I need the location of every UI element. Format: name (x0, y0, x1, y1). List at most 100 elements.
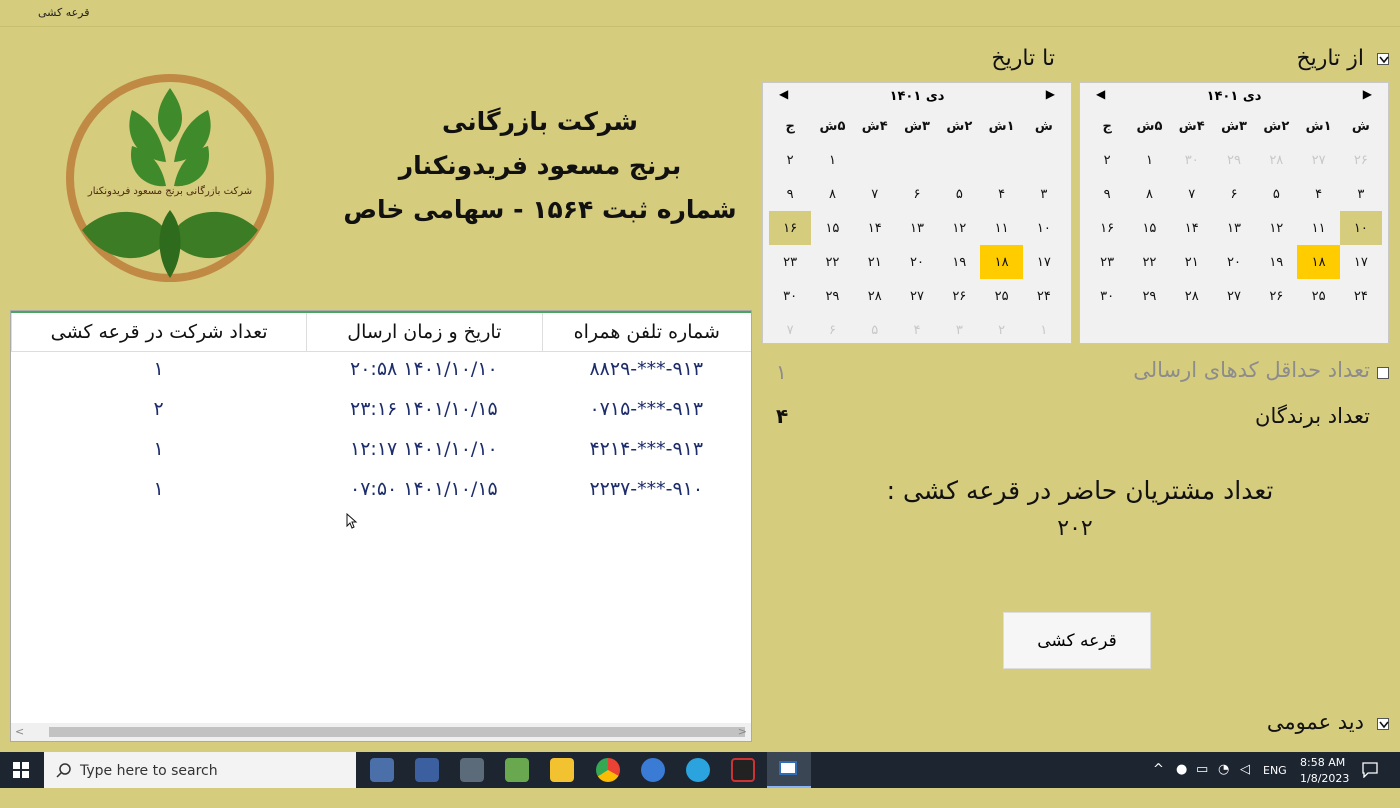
app-manager-icon[interactable] (460, 758, 484, 782)
column-header-datetime[interactable]: تاریخ و زمان ارسال (306, 313, 541, 351)
calendar-day[interactable]: ۹ (769, 177, 811, 211)
calendar-day[interactable]: ۲۶ (1340, 143, 1382, 177)
calendar-day[interactable]: ۱ (1128, 143, 1170, 177)
table-row[interactable]: ۹۱۳-***-۴۲۱۴ ۱۴۰۱/۱۰/۱۰ ۱۲:۱۷ ۱ (11, 429, 751, 469)
calendar-day[interactable]: ۳۰ (1086, 279, 1128, 313)
calendar-day[interactable]: ۱۷ (1340, 245, 1382, 279)
next-month-icon[interactable]: ▶ (1363, 87, 1372, 101)
min-codes-checkbox[interactable] (1377, 367, 1389, 379)
calendar-day[interactable]: ۱ (1023, 313, 1065, 347)
calendar-day[interactable]: ۱۲ (1255, 211, 1297, 245)
calendar-day[interactable]: ۵ (854, 313, 896, 347)
calendar-day[interactable]: ۲۸ (854, 279, 896, 313)
calendar-day[interactable]: ۱۳ (896, 211, 938, 245)
microphone-icon[interactable]: ● (1176, 762, 1187, 798)
taskbar-search-box[interactable]: Type here to search (44, 752, 356, 788)
calendar-day[interactable]: ۲۷ (1297, 143, 1339, 177)
calendar-to[interactable]: ◀ دی ۱۴۰۱ ▶ ش ۱ش ۲ش ۳ش ۴ش ۵ش ج ۱ ۲ ۳ ۴ ۵ ۶ ۷ ۸ ۹ ۱۰ ۱۱ ۱۲ ۱… (762, 82, 1072, 344)
calendar-day[interactable]: ۱۶ (1086, 211, 1128, 245)
calendar-day[interactable]: ۱۵ (1128, 211, 1170, 245)
calendar-day[interactable]: ۲۰ (896, 245, 938, 279)
calendar-day[interactable]: ۲۶ (1255, 279, 1297, 313)
from-date-checkbox[interactable] (1377, 53, 1389, 65)
calendar-day[interactable]: ۲۳ (769, 245, 811, 279)
calendar-day[interactable]: ۱۰ (1023, 211, 1065, 245)
calendar-day[interactable]: ۳ (938, 313, 980, 347)
calendar-day[interactable]: ۷ (769, 313, 811, 347)
column-header-phone[interactable]: شماره تلفن همراه (541, 313, 751, 351)
calendar-day[interactable]: ۱۴ (1171, 211, 1213, 245)
calendar-day[interactable]: ۱۵ (811, 211, 853, 245)
calendar-day[interactable]: ۲۷ (1213, 279, 1255, 313)
paint-app-icon[interactable] (505, 758, 529, 782)
min-codes-value[interactable]: ۱ (776, 360, 787, 384)
calendar-day[interactable]: ۲ (769, 143, 811, 177)
scrollbar-thumb[interactable] (49, 727, 745, 737)
scroll-left-icon[interactable]: < (15, 725, 24, 738)
calendar-day[interactable]: ۱۸ (980, 245, 1023, 279)
participants-table[interactable]: شماره تلفن همراه تاریخ و زمان ارسال تعدا… (10, 310, 752, 742)
calendar-from[interactable]: ◀ دی ۱۴۰۱ ▶ ش ۱ش ۲ش ۳ش ۴ش ۵ش ج ۲۶ ۲۷ ۲۸ ۲۹ ۳۰ ۱ ۲ ۳ ۴ ۵ ۶… (1079, 82, 1389, 344)
scroll-right-icon[interactable]: > (738, 725, 747, 738)
calendar-day[interactable]: ۲۹ (1213, 143, 1255, 177)
calendar-day[interactable]: ۱۹ (1255, 245, 1297, 279)
draw-button[interactable]: قرعه کشی (1003, 612, 1151, 669)
column-header-entries[interactable]: تعداد شرکت در قرعه کشی (11, 313, 306, 351)
calendar-day[interactable]: ۵ (938, 177, 980, 211)
screen-recorder-icon[interactable] (731, 758, 755, 782)
calendar-day[interactable]: ۳۰ (1171, 143, 1213, 177)
calendar-day[interactable]: ۱۴ (854, 211, 896, 245)
notification-icon[interactable] (1362, 762, 1378, 778)
calendar-day[interactable]: ۱۰ (1339, 211, 1382, 245)
calendar-day[interactable]: ۲ (980, 313, 1022, 347)
calendar-day[interactable]: ۲۳ (1086, 245, 1128, 279)
wifi-icon[interactable]: ◔ (1218, 762, 1229, 798)
calendar-day[interactable]: ۲۷ (896, 279, 938, 313)
calendar-day[interactable]: ۲۴ (1023, 279, 1065, 313)
calendar-day[interactable]: ۸ (811, 177, 853, 211)
calendar-day[interactable]: ۳۰ (769, 279, 811, 313)
calendar-day[interactable]: ۳ (1340, 177, 1382, 211)
calendar-day[interactable]: ۲۵ (980, 279, 1022, 313)
calendar-day[interactable]: ۴ (980, 177, 1022, 211)
calendar-day[interactable]: ۶ (1213, 177, 1255, 211)
calendar-day[interactable]: ۵ (1255, 177, 1297, 211)
calendar-day[interactable]: ۲۱ (1171, 245, 1213, 279)
table-row[interactable]: ۹۱۳-***-۸۸۲۹ ۱۴۰۱/۱۰/۱۰ ۲۰:۵۸ ۱ (11, 349, 751, 389)
active-app-taskbar-button[interactable] (767, 752, 811, 788)
calendar-day[interactable]: ۸ (1128, 177, 1170, 211)
calendar-day[interactable]: ۷ (1171, 177, 1213, 211)
calendar-day[interactable]: ۹ (1086, 177, 1128, 211)
calendar-day[interactable]: ۱۳ (1213, 211, 1255, 245)
file-explorer-icon[interactable] (550, 758, 574, 782)
telegram-icon[interactable] (686, 758, 710, 782)
calendar-day[interactable]: ۲۸ (1171, 279, 1213, 313)
windows-start-icon[interactable] (13, 762, 29, 778)
calendar-day[interactable]: ۱۶ (769, 211, 812, 245)
battery-icon[interactable]: ▭ (1196, 762, 1208, 798)
table-row[interactable]: ۹۱۰-***-۲۲۳۷ ۱۴۰۱/۱۰/۱۵ ۰۷:۵۰ ۱ (11, 469, 751, 509)
calendar-day[interactable]: ۶ (811, 313, 853, 347)
horizontal-scrollbar[interactable]: < > (11, 723, 751, 741)
calendar-day[interactable]: ۲۱ (854, 245, 896, 279)
chrome-icon[interactable] (596, 758, 620, 782)
clock-date[interactable]: 1/8/2023 (1300, 772, 1349, 808)
calendar-day[interactable]: ۲۹ (1128, 279, 1170, 313)
calendar-day[interactable]: ۱ (811, 143, 853, 177)
browser-icon[interactable] (641, 758, 665, 782)
language-indicator[interactable]: ENG (1263, 764, 1287, 800)
calendar-day[interactable]: ۲۰ (1213, 245, 1255, 279)
calendar-day[interactable]: ۱۲ (938, 211, 980, 245)
calendar-day[interactable]: ۲۲ (1128, 245, 1170, 279)
calendar-day[interactable]: ۱۱ (1297, 211, 1339, 245)
volume-icon[interactable]: ◁ (1240, 762, 1250, 798)
calendar-day[interactable]: ۲۸ (1255, 143, 1297, 177)
calendar-day[interactable]: ۱۱ (980, 211, 1022, 245)
calendar-day[interactable]: ۲۲ (811, 245, 853, 279)
table-row[interactable]: ۹۱۳-***-۰۷۱۵ ۱۴۰۱/۱۰/۱۵ ۲۳:۱۶ ۲ (11, 389, 751, 429)
calendar-day[interactable]: ۶ (896, 177, 938, 211)
calendar-day[interactable]: ۲۵ (1297, 279, 1339, 313)
calendar-day[interactable]: ۴ (1297, 177, 1339, 211)
remote-connection-icon[interactable] (415, 758, 439, 782)
network-tool-icon[interactable] (370, 758, 394, 782)
